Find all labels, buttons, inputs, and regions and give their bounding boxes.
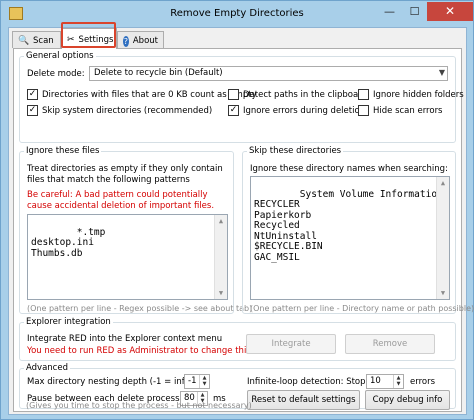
checkbox-detect-clipboard-label: Detect paths in the clipboard — [243, 89, 367, 100]
skip-dirs-legend: Skip these directories — [249, 146, 342, 156]
checkbox-ignore-hidden-label: Ignore hidden folders — [373, 89, 464, 100]
max-depth-spinner[interactable]: -1 ▲ ▼ — [184, 374, 210, 389]
skip-dirs-hint: (One pattern per line - Directory name o… — [250, 304, 474, 313]
checkbox-ignore-errors-label: Ignore errors during deletion — [243, 105, 366, 116]
ignore-files-desc-1: Treat directories as empty if they only … — [27, 164, 223, 174]
checkbox-skip-system[interactable]: ✓ Skip system directories (recommended) — [27, 105, 212, 116]
explorer-integration-desc: Integrate RED into the Explorer context … — [27, 334, 223, 344]
scroll-down-icon[interactable]: ▼ — [215, 287, 227, 299]
skip-dirs-scrollbar[interactable]: ▲ ▼ — [436, 177, 449, 299]
checkbox-zero-kb-label: Directories with files that are 0 KB cou… — [42, 89, 257, 100]
explorer-integration-warning: You need to run RED as Administrator to … — [27, 346, 251, 356]
delete-mode-label: Delete mode: — [27, 69, 85, 79]
checkbox-hide-scan-errors[interactable]: Hide scan errors — [358, 105, 443, 116]
loop-detection-unit: errors — [410, 377, 436, 387]
checkbox-ignore-hidden-box[interactable] — [358, 89, 369, 100]
scroll-down-icon[interactable]: ▼ — [437, 287, 449, 299]
checkbox-ignore-hidden[interactable]: Ignore hidden folders — [358, 89, 464, 100]
ignore-files-warning-2: cause accidental deletion of important f… — [27, 201, 215, 211]
chevron-down-icon: ▼ — [438, 68, 445, 77]
checkbox-skip-system-box[interactable]: ✓ — [27, 105, 38, 116]
tab-settings[interactable]: ✂ Settings — [61, 28, 117, 49]
tab-about[interactable]: ? About — [117, 31, 164, 48]
ignore-files-hint: (One pattern per line - Regex possible -… — [27, 304, 253, 313]
checkbox-zero-kb-box[interactable]: ✓ — [27, 89, 38, 100]
delete-mode-select[interactable]: Delete to recycle bin (Default) ▼ — [89, 66, 448, 81]
tab-settings-label: Settings — [78, 35, 114, 45]
spin-arrows-icon[interactable]: ▲ ▼ — [199, 375, 209, 388]
ignore-files-warning-1: Be careful: A bad pattern could potentia… — [27, 190, 208, 200]
pause-hint: (Gives you time to stop the process - bu… — [26, 401, 252, 410]
ignore-files-desc-2: files that match the following patterns — [27, 175, 190, 185]
ignore-files-scrollbar[interactable]: ▲ ▼ — [214, 215, 227, 299]
tab-scan-label: Scan — [33, 36, 54, 46]
checkbox-skip-system-label: Skip system directories (recommended) — [42, 105, 213, 116]
scroll-up-icon[interactable]: ▲ — [437, 177, 449, 189]
ignore-files-textarea[interactable]: *.tmp desktop.ini Thumbs.db ▲ ▼ — [27, 214, 228, 300]
minimize-button[interactable]: — — [377, 2, 402, 21]
settings-tools-icon: ✂ — [67, 34, 75, 45]
max-depth-label: Max directory nesting depth (-1 = infini… — [27, 377, 210, 387]
ignore-files-patterns: *.tmp desktop.ini Thumbs.db — [31, 226, 106, 259]
checkbox-ignore-errors-box[interactable]: ✓ — [228, 105, 239, 116]
maximize-button[interactable]: ☐ — [402, 2, 427, 21]
close-button[interactable]: ✕ — [427, 2, 473, 21]
tab-strip: 🔍 Scan ✂ Settings ? About — [9, 22, 466, 49]
help-icon: ? — [123, 35, 129, 47]
client-area: 🔍 Scan ✂ Settings ? About General option… — [8, 22, 474, 415]
spin-arrows-icon[interactable]: ▲ ▼ — [393, 375, 403, 388]
integrate-button[interactable]: Integrate — [246, 334, 336, 354]
reset-defaults-button[interactable]: Reset to default settings — [247, 390, 360, 410]
skip-dirs-list: System Volume Information RECYCLER Papie… — [254, 188, 443, 263]
loop-detection-spinner[interactable]: 10 ▲ ▼ — [366, 374, 404, 389]
checkbox-hide-scan-errors-label: Hide scan errors — [373, 105, 443, 116]
settings-panel: General options Delete mode: Delete to r… — [13, 48, 474, 412]
title-bar[interactable]: Remove Empty Directories — ☐ ✕ — [1, 1, 473, 27]
tab-about-label: About — [132, 36, 158, 46]
delete-mode-value: Delete to recycle bin (Default) — [94, 68, 223, 78]
app-window: Remove Empty Directories — ☐ ✕ 🔍 Scan ✂ … — [0, 0, 474, 420]
checkbox-zero-kb[interactable]: ✓ Directories with files that are 0 KB c… — [27, 89, 257, 100]
loop-detection-value: 10 — [370, 376, 381, 386]
explorer-integration-legend: Explorer integration — [26, 317, 111, 327]
general-options-legend: General options — [26, 51, 94, 61]
checkbox-detect-clipboard-box[interactable] — [228, 89, 239, 100]
checkbox-hide-scan-errors-box[interactable] — [358, 105, 369, 116]
scroll-up-icon[interactable]: ▲ — [215, 215, 227, 227]
skip-dirs-textarea[interactable]: System Volume Information RECYCLER Papie… — [250, 176, 450, 300]
copy-debug-info-button[interactable]: Copy debug info — [365, 390, 450, 410]
checkbox-ignore-errors[interactable]: ✓ Ignore errors during deletion — [228, 105, 365, 116]
checkbox-detect-clipboard[interactable]: Detect paths in the clipboard — [228, 89, 367, 100]
max-depth-value: -1 — [188, 376, 197, 386]
skip-dirs-desc: Ignore these directory names when search… — [250, 164, 448, 174]
search-icon: 🔍 — [18, 35, 30, 46]
ignore-files-legend: Ignore these files — [26, 146, 100, 156]
remove-button[interactable]: Remove — [345, 334, 435, 354]
advanced-legend: Advanced — [26, 363, 68, 373]
tab-scan[interactable]: 🔍 Scan — [12, 31, 61, 48]
